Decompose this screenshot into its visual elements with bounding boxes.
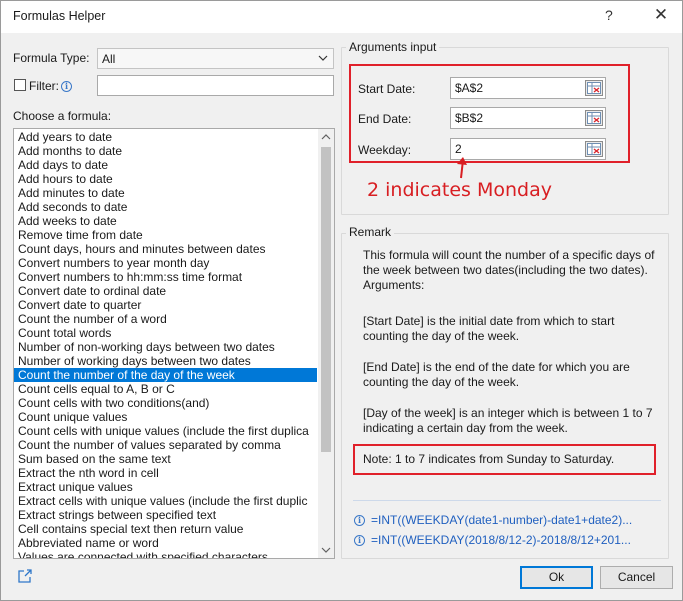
- formulas-helper-dialog: Formulas Helper ? ✕ Formula Type: All Fi…: [0, 0, 683, 601]
- start-date-label: Start Date:: [358, 82, 416, 96]
- annotation-arrow-icon: [457, 157, 467, 179]
- formula-type-label: Formula Type:: [13, 51, 90, 65]
- filter-label: Filter:: [29, 79, 59, 93]
- start-date-value: $A$2: [455, 81, 484, 95]
- formula-list-item[interactable]: Add weeks to date: [14, 214, 317, 228]
- chevron-down-icon: [318, 55, 328, 61]
- end-date-input[interactable]: $B$2: [450, 107, 606, 129]
- start-date-input[interactable]: $A$2: [450, 77, 606, 99]
- scroll-thumb[interactable]: [321, 147, 331, 452]
- formula-list-item[interactable]: Count the number of values separated by …: [14, 438, 317, 452]
- formula-list-item[interactable]: Cell contains special text then return v…: [14, 522, 317, 536]
- weekday-value: 2: [455, 142, 462, 156]
- close-button[interactable]: ✕: [651, 5, 671, 25]
- formula-list-item[interactable]: Abbreviated name or word: [14, 536, 317, 550]
- formula-syntax[interactable]: =INT((WEEKDAY(date1-number)-date1+date2)…: [371, 513, 632, 527]
- range-select-icon[interactable]: [585, 141, 603, 157]
- formula-list-item[interactable]: Add years to date: [14, 130, 317, 144]
- ok-button[interactable]: Ok: [520, 566, 593, 589]
- formula-list-item[interactable]: Count total words: [14, 326, 317, 340]
- remark-group-title: Remark: [346, 225, 395, 239]
- formula-list-item[interactable]: Count the number of the day of the week: [14, 368, 317, 382]
- help-button[interactable]: ?: [605, 7, 613, 23]
- share-link-icon[interactable]: [16, 567, 34, 585]
- formula-list-item[interactable]: Add days to date: [14, 158, 317, 172]
- remark-description: This formula will count the number of a …: [363, 248, 655, 292]
- formula-type-value: All: [102, 52, 116, 66]
- scroll-up-icon[interactable]: [318, 129, 334, 145]
- formula-list-item[interactable]: Values are connected with specified char…: [14, 550, 317, 558]
- end-date-value: $B$2: [455, 111, 484, 125]
- range-select-icon[interactable]: [585, 110, 603, 126]
- formula-list-item[interactable]: Count the number of a word: [14, 312, 317, 326]
- info-icon: i: [354, 535, 365, 546]
- list-scrollbar[interactable]: [318, 129, 334, 558]
- filter-checkbox[interactable]: [14, 79, 26, 91]
- formula-list-item[interactable]: Count unique values: [14, 410, 317, 424]
- formula-example[interactable]: =INT((WEEKDAY(2018/8/12-2)-2018/8/12+201…: [371, 533, 631, 547]
- formula-list-item[interactable]: Convert date to ordinal date: [14, 284, 317, 298]
- formula-list-item[interactable]: Add hours to date: [14, 172, 317, 186]
- formula-list-item[interactable]: Add minutes to date: [14, 186, 317, 200]
- formula-list-item[interactable]: Convert numbers to year month day: [14, 256, 317, 270]
- formula-list-item[interactable]: Number of non-working days between two d…: [14, 340, 317, 354]
- remark-start-date: [Start Date] is the initial date from wh…: [363, 314, 615, 343]
- end-date-label: End Date:: [358, 112, 412, 126]
- formula-list-item[interactable]: Count days, hours and minutes between da…: [14, 242, 317, 256]
- formula-list-item[interactable]: Remove time from date: [14, 228, 317, 242]
- formula-list: Add years to date Add months to date Add d…: [14, 130, 317, 558]
- formula-list-item[interactable]: Extract the nth word in cell: [14, 466, 317, 480]
- formula-listbox[interactable]: Add years to date Add months to date Add d…: [13, 128, 335, 559]
- filter-input[interactable]: [97, 75, 334, 96]
- remark-day-of-week: [Day of the week] is an integer which is…: [363, 406, 653, 435]
- formula-list-item[interactable]: Add seconds to date: [14, 200, 317, 214]
- weekday-input[interactable]: 2: [450, 138, 606, 160]
- formula-list-item[interactable]: Extract unique values: [14, 480, 317, 494]
- window-title: Formulas Helper: [13, 9, 106, 23]
- weekday-label: Weekday:: [358, 143, 412, 157]
- remark-note: Note: 1 to 7 indicates from Sunday to Sa…: [363, 452, 615, 466]
- formula-list-item[interactable]: Extract cells with unique values (includ…: [14, 494, 317, 508]
- scroll-down-icon[interactable]: [318, 542, 334, 558]
- formula-list-item[interactable]: Extract strings between specified text: [14, 508, 317, 522]
- formula-type-select[interactable]: All: [97, 48, 334, 69]
- info-icon: i: [354, 515, 365, 526]
- formula-list-item[interactable]: Add months to date: [14, 144, 317, 158]
- formula-list-item[interactable]: Sum based on the same text: [14, 452, 317, 466]
- formula-list-item[interactable]: Convert date to quarter: [14, 298, 317, 312]
- formula-list-item[interactable]: Number of working days between two dates: [14, 354, 317, 368]
- choose-formula-label: Choose a formula:: [13, 109, 112, 123]
- formula-list-item[interactable]: Count cells equal to A, B or C: [14, 382, 317, 396]
- range-select-icon[interactable]: [585, 80, 603, 96]
- formula-list-item[interactable]: Count cells with unique values (include …: [14, 424, 317, 438]
- formula-list-item[interactable]: Count cells with two conditions(and): [14, 396, 317, 410]
- arguments-group-title: Arguments input: [346, 40, 440, 54]
- title-bar: Formulas Helper ? ✕: [1, 1, 682, 33]
- info-icon: i: [61, 81, 72, 92]
- annotation-text: 2 indicates Monday: [367, 179, 552, 201]
- remark-end-date: [End Date] is the end of the date for wh…: [363, 360, 630, 389]
- formula-divider: [353, 500, 661, 501]
- formula-list-item[interactable]: Convert numbers to hh:mm:ss time format: [14, 270, 317, 284]
- cancel-button[interactable]: Cancel: [600, 566, 673, 589]
